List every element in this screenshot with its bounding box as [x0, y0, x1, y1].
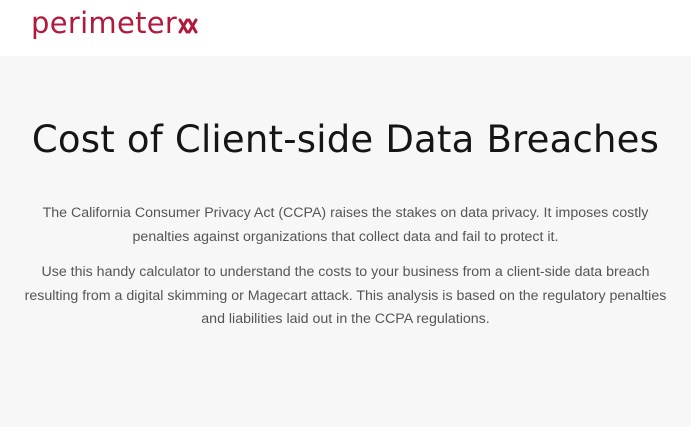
perimeterx-logo[interactable]: perimeter	[31, 6, 198, 40]
intro-paragraph: The California Consumer Privacy Act (CCP…	[42, 205, 649, 245]
page-title: Cost of Client-side Data Breaches	[31, 118, 660, 161]
logo-wordmark: perimeter	[31, 6, 178, 40]
site-header: perimeter	[0, 0, 691, 56]
calculator-description: Use this handy calculator to understand …	[24, 264, 667, 327]
double-x-icon	[178, 18, 198, 34]
